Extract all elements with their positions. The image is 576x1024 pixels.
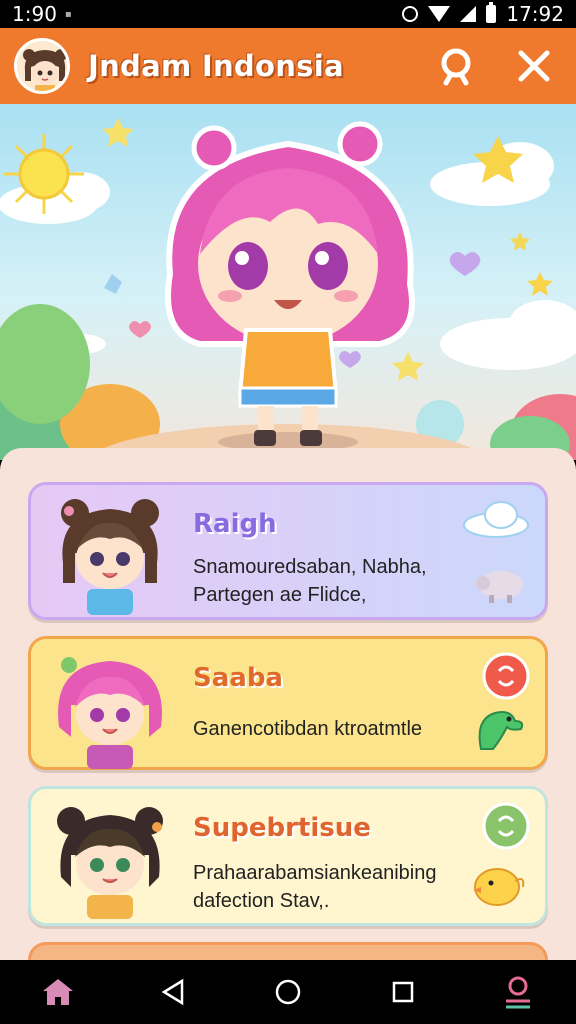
hero-illustration — [0, 104, 576, 460]
back-button[interactable] — [143, 962, 203, 1022]
pink-hair-chibi-girl-icon — [165, 121, 415, 452]
character-name: Saaba — [193, 663, 283, 693]
cloud-icon — [463, 501, 529, 538]
character-description: Snamouredsaban, Nabha, Partegen ae Flidc… — [193, 556, 427, 606]
character-avatar-icon — [57, 807, 163, 919]
recents-button[interactable] — [373, 962, 433, 1022]
sheep-icon — [476, 571, 523, 603]
green-badge-icon — [482, 802, 530, 850]
signal-icon — [460, 6, 477, 22]
character-description: Ganencotibdan ktroatmtle — [193, 718, 423, 740]
home-button[interactable] — [28, 962, 88, 1022]
notification-dot-icon: ▪ — [64, 8, 72, 20]
character-card-partial[interactable] — [28, 942, 548, 960]
search-icon — [441, 48, 471, 86]
profile-button[interactable] — [488, 962, 548, 1022]
character-list-panel: Raigh Snamouredsaban, Nabha, Partegen ae… — [0, 448, 576, 960]
character-avatar-icon — [58, 657, 162, 769]
header-actions — [434, 44, 562, 88]
avatar-girl-icon[interactable] — [14, 38, 70, 94]
navigation-bar — [0, 960, 576, 1024]
status-time-left: 1:90 — [12, 2, 57, 26]
search-button[interactable] — [434, 44, 478, 88]
character-card-supebrtisue[interactable]: Supebrtisue Prahaarabamsiankeanibing daf… — [28, 786, 548, 926]
status-bar: 1:90 ▪ 17:92 — [0, 0, 576, 28]
character-card-saaba[interactable]: Saaba Ganencotibdan ktroatmtle — [28, 636, 548, 770]
app-header: Jndam Indonsia — [0, 28, 576, 104]
hero-scene — [0, 118, 576, 460]
home-circle-button[interactable] — [258, 962, 318, 1022]
character-card-raigh[interactable]: Raigh Snamouredsaban, Nabha, Partegen ae… — [28, 482, 548, 620]
profile-icon — [506, 976, 531, 1009]
status-left: 1:90 ▪ — [12, 2, 72, 26]
character-description: Prahaarabamsiankeanibing dafection Stav,… — [193, 862, 437, 912]
recents-icon — [392, 981, 414, 1003]
close-icon — [518, 50, 550, 82]
circle-home-icon — [275, 979, 301, 1005]
app-title: Jndam Indonsia — [88, 49, 344, 83]
alarm-icon — [402, 6, 419, 22]
dinosaur-icon — [478, 711, 524, 750]
red-badge-icon — [482, 652, 530, 700]
wifi-icon — [428, 6, 451, 22]
close-button[interactable] — [512, 44, 556, 88]
back-icon — [161, 978, 184, 1006]
character-avatar-icon — [61, 499, 159, 615]
home-icon — [42, 979, 73, 1005]
chick-icon — [473, 868, 525, 906]
character-name: Raigh — [193, 509, 277, 539]
status-time-right: 17:92 — [506, 2, 564, 26]
battery-icon — [486, 2, 497, 23]
status-right: 17:92 — [402, 2, 564, 26]
sun-icon — [4, 134, 84, 214]
character-name: Supebrtisue — [193, 813, 371, 843]
